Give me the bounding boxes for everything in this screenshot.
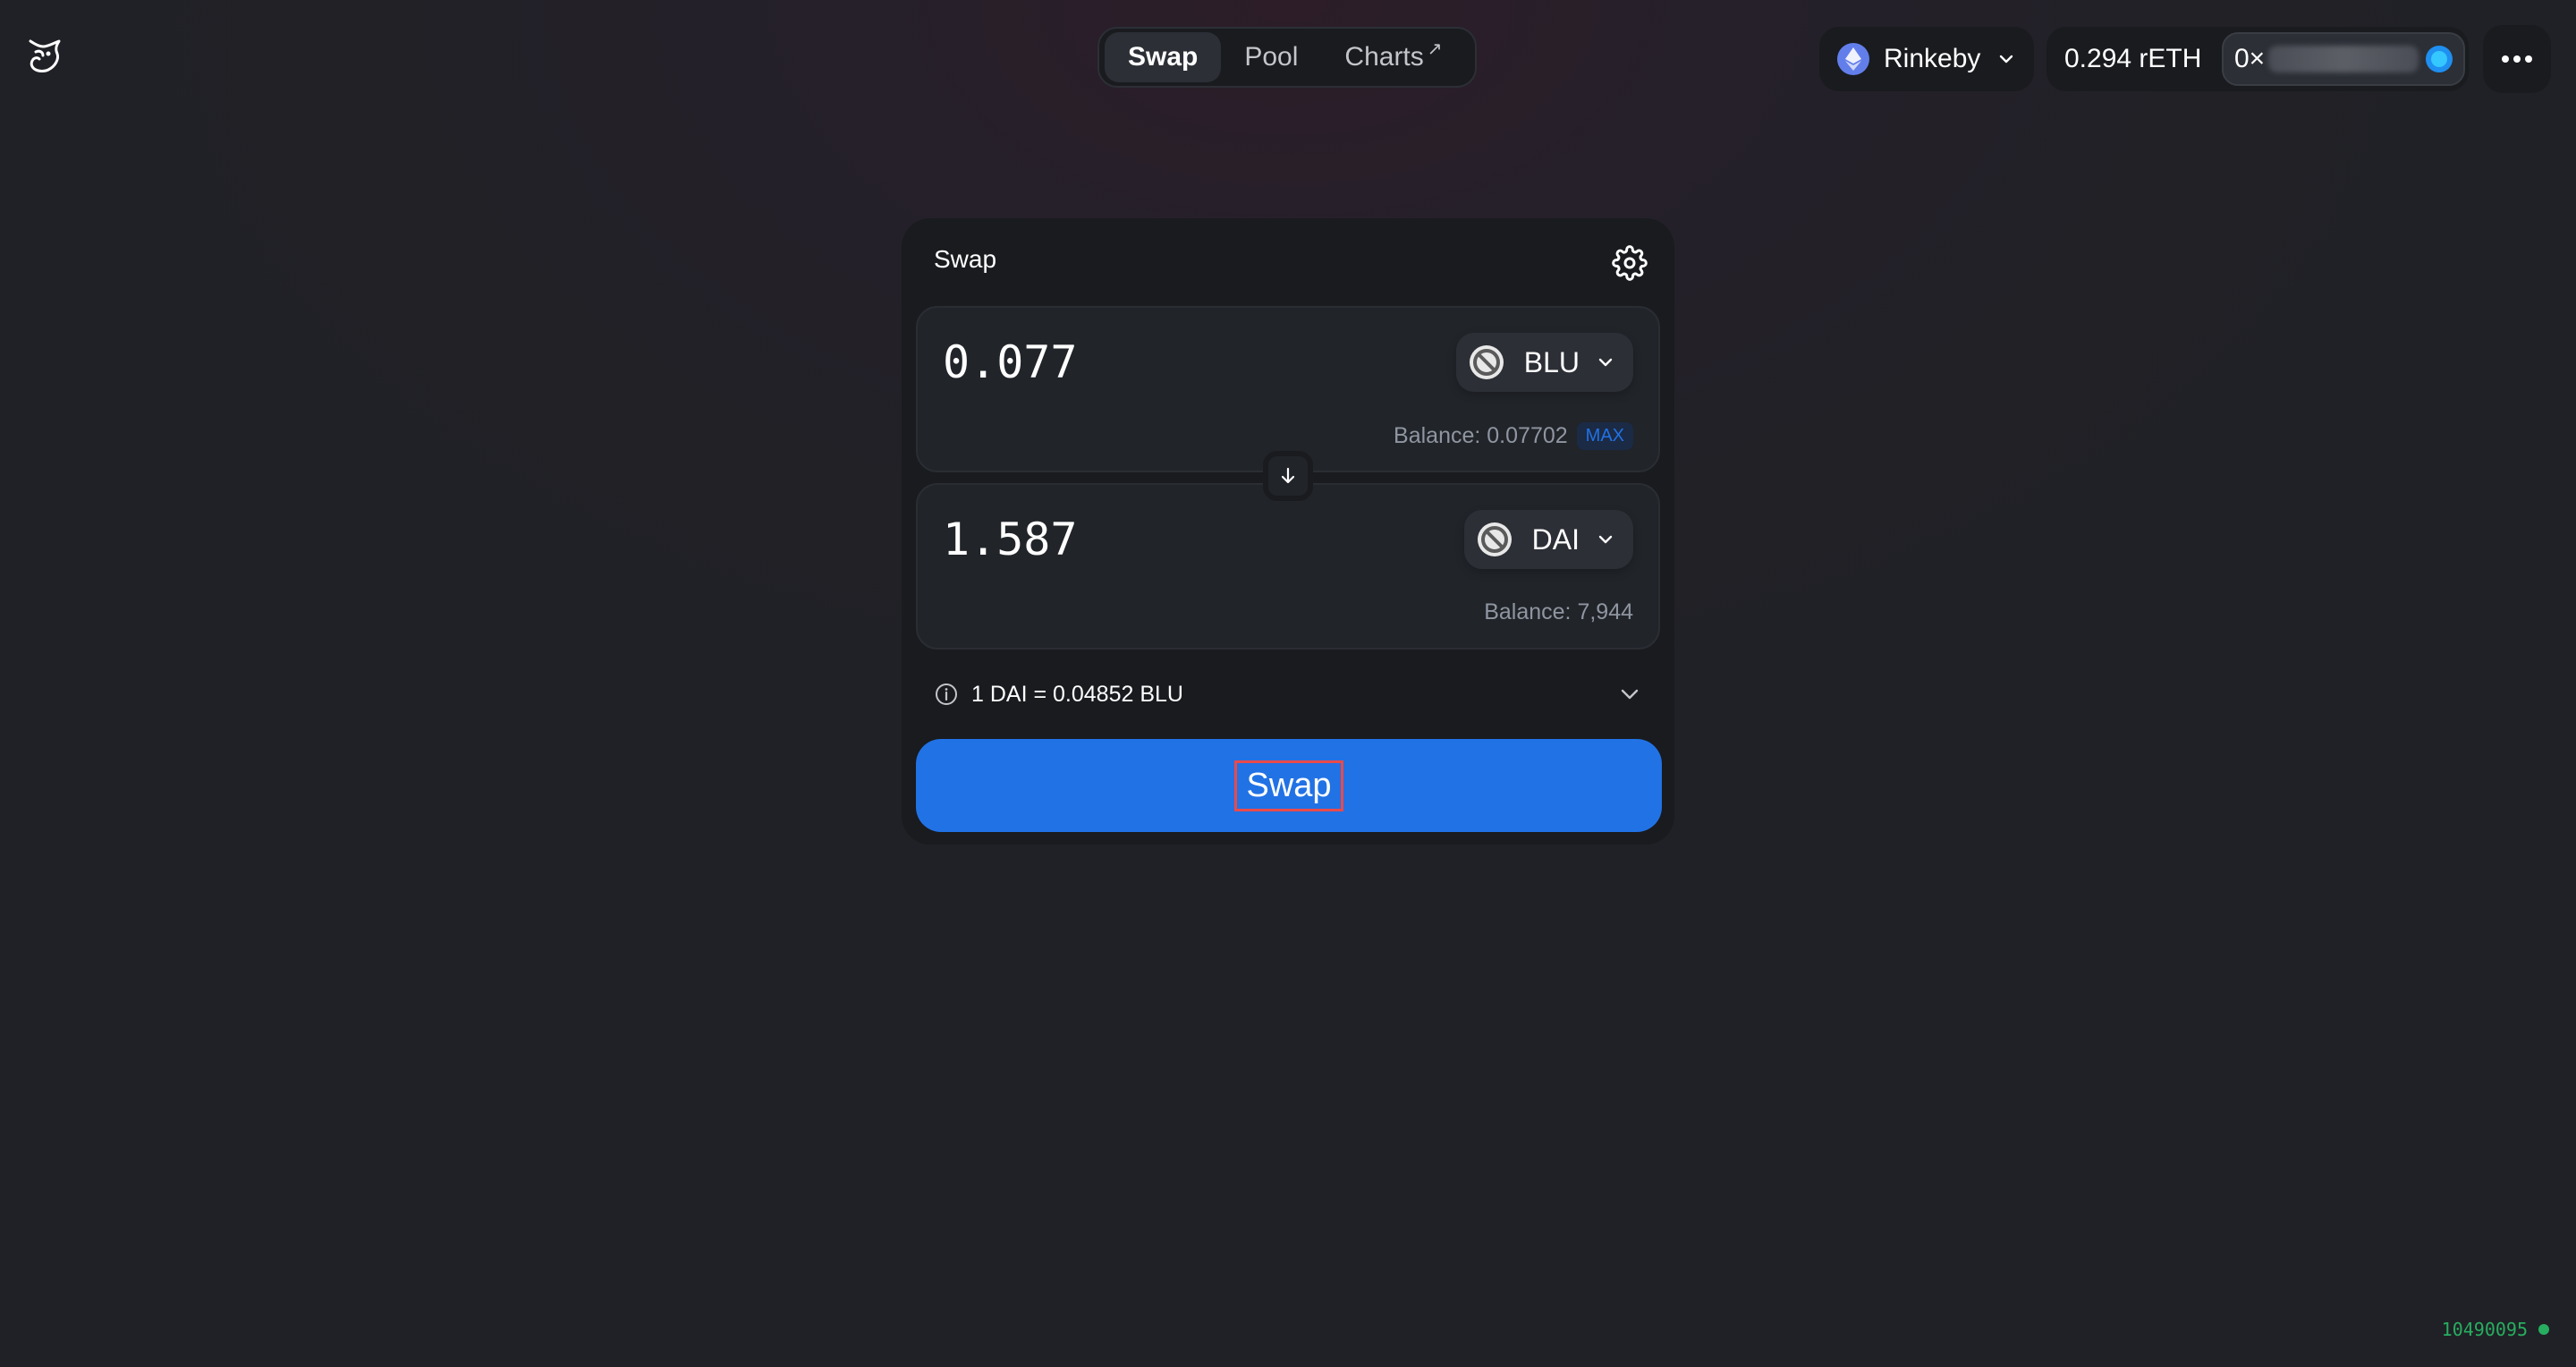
unknown-token-icon [1469, 345, 1504, 379]
more-menu-button[interactable] [2483, 25, 2551, 93]
chevron-down-icon [1598, 535, 1613, 544]
wallet-avatar-icon [2426, 46, 2453, 72]
swap-button-label: Swap [1234, 760, 1343, 811]
more-dots-icon [2502, 55, 2532, 63]
block-number-indicator[interactable]: 10490095 [2442, 1319, 2549, 1340]
output-token-selector[interactable]: DAI [1463, 510, 1633, 569]
swap-card-title: Swap [934, 245, 997, 273]
swap-card: Swap 0.077 BLU Balance: 0.07702 MAX 1.58… [902, 218, 1674, 845]
address-redacted [2268, 46, 2419, 72]
output-token-symbol: DAI [1531, 522, 1580, 556]
wallet-address: 0× [2234, 44, 2266, 73]
unicorn-icon [29, 39, 61, 72]
exchange-rate-text: 1 DAI = 0.04852 BLU [971, 681, 1183, 707]
input-token-symbol: BLU [1523, 345, 1580, 378]
switch-tokens-button[interactable] [1263, 451, 1313, 501]
input-amount-field[interactable]: 0.077 [943, 336, 1078, 388]
eth-balance: 0.294 rETH [2064, 44, 2202, 73]
chevron-down-icon [1598, 358, 1613, 367]
tab-swap[interactable]: Swap [1105, 32, 1222, 82]
block-number: 10490095 [2441, 1319, 2528, 1340]
account-panel: 0.294 rETH 0× [2046, 27, 2469, 91]
tab-pool-label: Pool [1244, 42, 1299, 72]
account-button[interactable]: 0× [2222, 32, 2465, 86]
arrow-down-icon [1281, 467, 1295, 484]
swap-button[interactable]: Swap [916, 739, 1662, 832]
output-balance: Balance: 7,944 [1484, 599, 1633, 625]
tab-pool[interactable]: Pool [1221, 32, 1321, 82]
max-button[interactable]: MAX [1576, 422, 1633, 450]
tab-charts[interactable]: Charts ↗ [1321, 32, 1465, 82]
chevron-down-icon [1621, 689, 1639, 700]
exchange-rate-row[interactable]: 1 DAI = 0.04852 BLU [934, 676, 1642, 712]
tab-swap-label: Swap [1128, 42, 1199, 72]
external-link-icon: ↗ [1427, 38, 1443, 59]
status-dot-icon [2538, 1324, 2549, 1335]
ethereum-icon [1837, 43, 1869, 75]
settings-gear-icon[interactable] [1612, 245, 1648, 281]
uniswap-logo[interactable] [23, 36, 64, 77]
output-balance-text: Balance: 7,944 [1484, 599, 1633, 624]
chevron-down-icon [1999, 55, 2013, 64]
network-selector[interactable]: Rinkeby [1819, 27, 2034, 91]
info-icon [936, 684, 957, 705]
output-amount-field[interactable]: 1.587 [943, 514, 1078, 565]
tab-charts-label: Charts [1344, 42, 1424, 72]
output-token-panel: 1.587 DAI Balance: 7,944 [916, 483, 1660, 650]
input-balance: Balance: 0.07702 MAX [1394, 422, 1633, 450]
input-token-selector[interactable]: BLU [1455, 333, 1633, 392]
nav-tabs: Swap Pool Charts ↗ [1097, 27, 1477, 88]
network-label: Rinkeby [1884, 44, 1981, 73]
input-balance-text: Balance: 0.07702 [1394, 423, 1568, 448]
unknown-token-icon [1477, 522, 1512, 556]
input-token-panel: 0.077 BLU Balance: 0.07702 MAX [916, 306, 1660, 472]
